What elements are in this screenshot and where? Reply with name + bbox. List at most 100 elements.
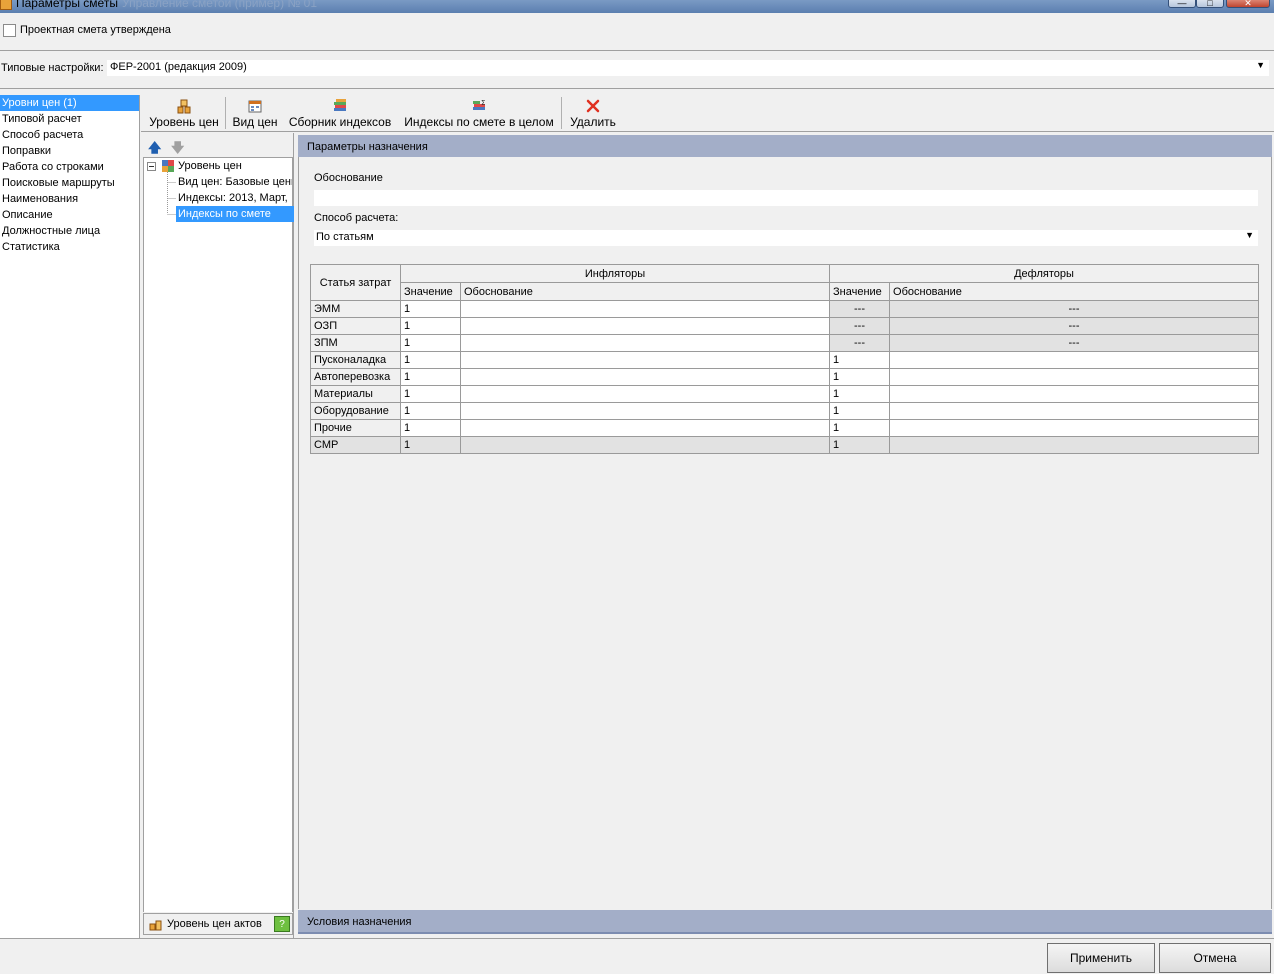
justification-label: Обоснование (314, 172, 383, 184)
infl-basis-cell[interactable] (459, 300, 831, 318)
tree-node-estimate-indexes[interactable]: Индексы по смете (176, 206, 294, 222)
infl-basis-cell[interactable] (459, 317, 831, 335)
col-header-article: Статья затрат (310, 264, 401, 301)
estimate-indexes-button[interactable]: Σ Индексы по смете в целом (401, 95, 557, 131)
estimate-indexes-icon: Σ (473, 99, 485, 110)
index-collection-button[interactable]: Сборник индексов (287, 95, 393, 131)
nav-item-names[interactable]: Наименования (0, 191, 139, 207)
delete-label: Удалить (570, 115, 616, 129)
col-header-infl-value: Значение (400, 282, 461, 301)
defl-basis-cell[interactable] (889, 419, 1260, 437)
tree-node-indexes[interactable]: Индексы: 2013, Март, (178, 190, 292, 206)
typical-settings-label: Типовые настройки: (1, 62, 104, 74)
calc-method-combo[interactable]: По статьям ▼ (314, 230, 1258, 246)
infl-basis-cell[interactable] (459, 385, 831, 403)
row-name: Материалы (310, 385, 401, 403)
infl-value-cell[interactable]: 1 (400, 419, 461, 437)
defl-basis-cell[interactable] (889, 402, 1260, 420)
price-level-tree-pane: 🡅 🡇 Уровень цен Вид цен: Базовые цены Ин… (141, 133, 294, 938)
chevron-down-icon[interactable]: ▼ (1245, 230, 1254, 240)
infl-value-cell[interactable]: 1 (400, 385, 461, 403)
col-header-infl-basis: Обоснование (459, 282, 831, 301)
price-level-button[interactable]: Уровень цен (145, 95, 223, 131)
table-row: Материалы 1 1 (310, 385, 1260, 403)
infl-value-cell[interactable]: 1 (400, 317, 461, 335)
price-kind-icon (248, 100, 262, 113)
table-row: ЭММ 1 --- --- (310, 300, 1260, 318)
toolbar-separator (561, 97, 562, 129)
defl-value-cell[interactable]: 1 (829, 368, 891, 386)
infl-basis-cell[interactable] (459, 419, 831, 437)
infl-basis-cell[interactable] (459, 351, 831, 369)
typical-settings-value: ФЕР-2001 (редакция 2009) (110, 61, 247, 73)
nav-item-search-routes[interactable]: Поисковые маршруты (0, 175, 139, 191)
infl-value-cell[interactable]: 1 (400, 402, 461, 420)
delete-button[interactable]: Удалить (567, 95, 619, 131)
defl-basis-cell (889, 436, 1260, 454)
infl-basis-cell[interactable] (459, 368, 831, 386)
dialog-button-bar: Применить Отмена (0, 938, 1274, 974)
infl-basis-cell[interactable] (459, 334, 831, 352)
cost-articles-grid: Статья затрат Инфляторы Дефляторы Значен… (310, 264, 1260, 454)
estimate-indexes-label: Индексы по смете в целом (404, 115, 554, 129)
col-header-defl-basis: Обоснование (889, 282, 1260, 301)
help-icon[interactable]: ? (274, 916, 290, 932)
typical-settings-combo[interactable]: ФЕР-2001 (редакция 2009) ▼ (107, 60, 1269, 76)
nav-item-typical-calc[interactable]: Типовой расчет (0, 111, 139, 127)
close-window-button[interactable]: ✕ (1226, 0, 1270, 8)
approved-checkbox[interactable] (3, 23, 16, 37)
table-row: Автоперевозка 1 1 (310, 368, 1260, 386)
infl-value-cell[interactable]: 1 (400, 334, 461, 352)
infl-basis-cell[interactable] (459, 402, 831, 420)
row-name: ОЗП (310, 317, 401, 335)
toolbar: Уровень цен Вид цен Сборник индексов Σ И… (141, 95, 1274, 132)
app-icon (0, 0, 12, 10)
nav-item-row-work[interactable]: Работа со строками (0, 159, 139, 175)
nav-item-description[interactable]: Описание (0, 207, 139, 223)
nav-item-officials[interactable]: Должностные лица (0, 223, 139, 239)
defl-value-cell[interactable]: 1 (829, 351, 891, 369)
price-kind-button[interactable]: Вид цен (229, 95, 281, 131)
approved-label[interactable]: Проектная смета утверждена (20, 24, 171, 36)
nav-item-price-levels[interactable]: Уровни цен (1) (0, 95, 139, 111)
row-name: СМР (310, 436, 401, 454)
row-name: Оборудование (310, 402, 401, 420)
defl-value-cell: --- (829, 317, 891, 335)
apply-button[interactable]: Применить (1047, 943, 1155, 973)
table-row: СМР 1 1 (310, 436, 1260, 454)
infl-value-cell[interactable]: 1 (400, 300, 461, 318)
defl-value-cell: --- (829, 300, 891, 318)
defl-value-cell[interactable]: 1 (829, 402, 891, 420)
infl-value-cell[interactable]: 1 (400, 351, 461, 369)
maximize-button[interactable]: □ (1196, 0, 1224, 8)
books-icon (334, 99, 346, 111)
table-row: Пусконаладка 1 1 (310, 351, 1260, 369)
defl-basis-cell: --- (889, 334, 1260, 352)
defl-value-cell[interactable]: 1 (829, 385, 891, 403)
defl-basis-cell[interactable] (889, 385, 1260, 403)
chevron-down-icon[interactable]: ▼ (1256, 60, 1265, 70)
defl-value-cell: 1 (829, 436, 891, 454)
nav-item-corrections[interactable]: Поправки (0, 143, 139, 159)
tree-node-price-kind[interactable]: Вид цен: Базовые цены (178, 174, 292, 190)
tree-node-price-level[interactable]: Уровень цен (178, 158, 242, 174)
row-name: Прочие (310, 419, 401, 437)
col-header-deflators: Дефляторы (829, 264, 1260, 283)
nav-item-statistics[interactable]: Статистика (0, 239, 139, 255)
table-row: ОЗП 1 --- --- (310, 317, 1260, 335)
defl-value-cell[interactable]: 1 (829, 419, 891, 437)
conditions-header[interactable]: Условия назначения (298, 910, 1272, 934)
infl-basis-cell (459, 436, 831, 454)
window-title: Параметры сметы (16, 0, 118, 10)
divider (0, 88, 1274, 89)
nav-item-calc-method[interactable]: Способ расчета (0, 127, 139, 143)
cancel-button[interactable]: Отмена (1159, 943, 1271, 973)
infl-value-cell[interactable]: 1 (400, 368, 461, 386)
minimize-button[interactable]: — (1168, 0, 1196, 8)
window-title-ghost: Управление сметой (пример) № 01 (122, 0, 317, 10)
justification-input[interactable] (314, 190, 1258, 206)
defl-basis-cell[interactable] (889, 351, 1260, 369)
index-collection-label: Сборник индексов (288, 115, 392, 129)
defl-basis-cell[interactable] (889, 368, 1260, 386)
table-row: Оборудование 1 1 (310, 402, 1260, 420)
